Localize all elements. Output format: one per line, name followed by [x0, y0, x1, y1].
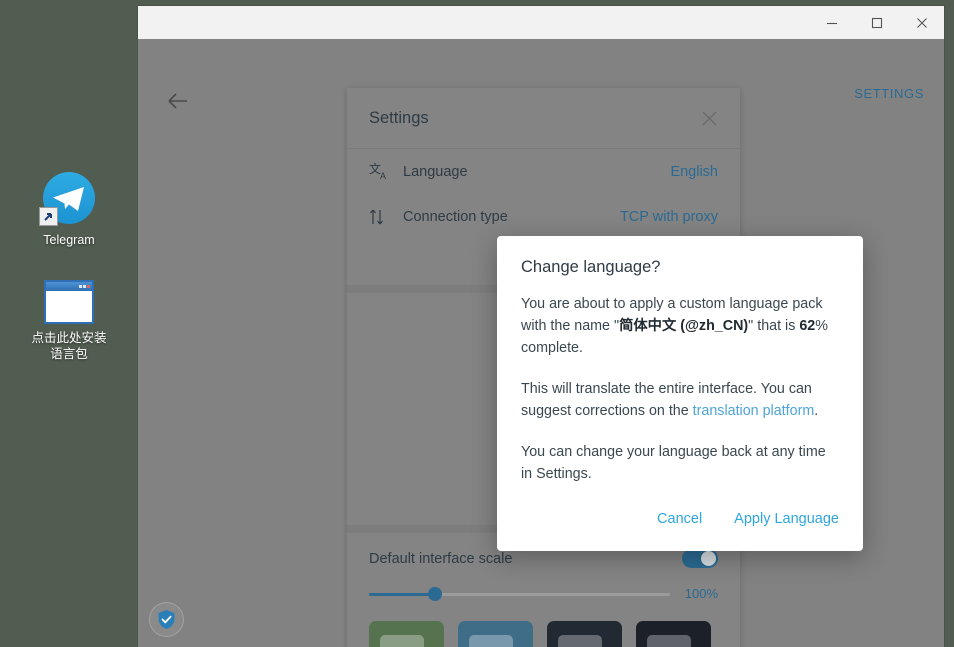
window-titlebar	[138, 6, 944, 39]
dialog-text-part: .	[814, 403, 818, 419]
slider-thumb[interactable]	[428, 587, 442, 601]
window-icon-close	[87, 285, 90, 288]
interface-scale-value: 100%	[682, 586, 718, 601]
window-icon-min	[79, 285, 82, 288]
settings-row-label: Connection type	[403, 209, 620, 225]
shortcut-arrow-icon	[43, 211, 54, 222]
settings-row-value[interactable]: TCP with proxy	[620, 209, 718, 225]
close-settings-button[interactable]	[701, 110, 718, 127]
settings-row-value[interactable]: English	[670, 164, 718, 180]
maximize-icon	[871, 17, 883, 29]
cancel-button[interactable]: Cancel	[657, 507, 702, 531]
settings-row-connection-type[interactable]: Connection type TCP with proxy	[347, 194, 740, 239]
back-button[interactable]	[160, 83, 196, 119]
theme-swatch-tinted[interactable]	[547, 621, 622, 647]
window-icon-titlebar	[46, 282, 92, 291]
dialog-text-part: " that is	[748, 318, 799, 334]
telegram-icon-wrap	[43, 172, 95, 224]
shield-check-icon	[157, 609, 176, 630]
translate-icon: 文 A	[369, 161, 403, 182]
translate-glyph-icon: 文 A	[369, 161, 390, 182]
desktop-screen: Telegram 点击此处安装 语言包	[0, 0, 954, 647]
close-window-button[interactable]	[899, 6, 944, 39]
interface-scale-label: Default interface scale	[369, 551, 682, 567]
close-icon	[701, 110, 718, 127]
theme-swatch-night[interactable]	[636, 621, 711, 647]
arrow-left-icon	[167, 92, 189, 110]
interface-scale-slider[interactable]	[369, 587, 670, 601]
desktop-icon-telegram[interactable]: Telegram	[14, 172, 124, 248]
settings-row-language[interactable]: 文 A Language English	[347, 149, 740, 194]
theme-swatch-classic[interactable]	[369, 621, 444, 647]
language-pack-name: 简体中文 (@zh_CN)	[619, 318, 748, 334]
shortcut-overlay-icon	[39, 207, 58, 226]
up-down-arrows-icon	[369, 208, 390, 226]
dialog-paragraph-2: This will translate the entire interface…	[521, 378, 839, 422]
settings-header-link[interactable]: SETTINGS	[854, 86, 924, 101]
interface-scale-toggle[interactable]	[682, 549, 718, 568]
apply-language-button[interactable]: Apply Language	[734, 507, 839, 531]
settings-panel-title: Settings	[369, 109, 701, 128]
settings-row-label: Language	[403, 164, 670, 180]
app-content-area: SETTINGS Settings	[138, 39, 944, 647]
minimize-icon	[826, 17, 838, 29]
desktop-icon-label: 点击此处安装 语言包	[14, 330, 124, 362]
interface-scale-header: Default interface scale	[369, 549, 718, 568]
theme-swatch-list	[347, 609, 740, 647]
svg-text:A: A	[380, 171, 386, 181]
proxy-shield-button[interactable]	[149, 602, 184, 637]
dialog-actions: Cancel Apply Language	[521, 507, 839, 535]
dialog-paragraph-3: You can change your language back at any…	[521, 441, 839, 485]
window-icon	[44, 280, 94, 324]
completion-percent: 62	[799, 318, 815, 334]
close-icon	[916, 17, 928, 29]
connection-arrows-icon	[369, 208, 403, 226]
change-language-dialog: Change language? You are about to apply …	[497, 236, 863, 551]
desktop-icon-label: Telegram	[14, 232, 124, 248]
telegram-window: SETTINGS Settings	[138, 6, 944, 647]
window-icon-max	[83, 285, 86, 288]
dialog-paragraph-1: You are about to apply a custom language…	[521, 293, 839, 359]
interface-scale-slider-row: 100%	[369, 586, 718, 601]
maximize-button[interactable]	[854, 6, 899, 39]
slider-fill	[369, 593, 435, 596]
translation-platform-link[interactable]: translation platform	[693, 403, 815, 419]
settings-panel-header: Settings	[347, 88, 740, 149]
dialog-title: Change language?	[521, 258, 839, 277]
desktop-icon-language-pack-installer[interactable]: 点击此处安装 语言包	[14, 276, 124, 362]
minimize-button[interactable]	[809, 6, 854, 39]
toggle-knob	[700, 550, 717, 567]
theme-swatch-day[interactable]	[458, 621, 533, 647]
